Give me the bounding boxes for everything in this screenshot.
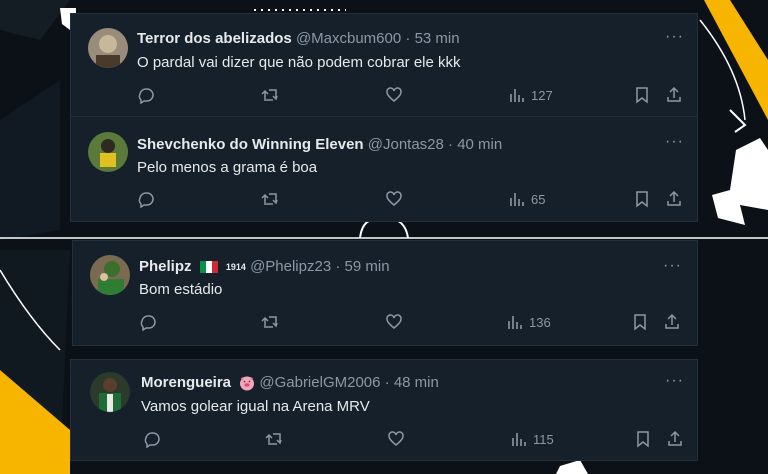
action-bar: 115 [71,430,697,452]
like-button[interactable] [387,430,405,448]
bookmark-icon [636,191,648,208]
retweet-button[interactable] [261,86,281,104]
views-icon [512,433,526,446]
tweet-text: O pardal vai dizer que não podem cobrar … [137,54,461,71]
reply-button[interactable] [139,313,157,331]
tweet-text: Vamos golear igual na Arena MRV [141,398,370,415]
tweet-header: Morengueira @GabrielGM2006 · 48 min [141,374,439,392]
retweet-button[interactable] [261,190,281,208]
views-count: 65 [531,191,546,207]
display-name[interactable]: Morengueira [141,374,231,391]
views-button[interactable]: 127 [509,86,553,104]
tweet-text: Bom estádio [139,281,223,298]
more-options-icon[interactable]: ··· [665,373,684,389]
name-badge: 1914 [225,262,246,272]
reply-button[interactable] [137,86,155,104]
separator: · [335,258,341,275]
avatar[interactable] [88,28,128,68]
reply-icon [138,192,154,208]
timestamp[interactable]: 59 min [345,258,390,275]
display-name[interactable]: Phelipz [139,258,192,275]
avatar[interactable] [88,132,128,172]
views-button[interactable]: 115 [511,430,554,448]
tweet-card[interactable]: Phelipz 1914 @Phelipz23 · 59 min ··· Bom… [72,240,698,346]
retweet-icon [261,316,278,328]
heart-icon [388,431,404,446]
more-options-icon[interactable]: ··· [663,258,682,274]
like-button[interactable] [385,313,403,331]
tweet-header: Terror dos abelizados @Maxcbum600 · 53 m… [137,30,460,48]
retweet-icon [261,193,278,205]
handle[interactable]: @Phelipz23 [250,258,331,275]
avatar[interactable] [90,372,130,412]
bookmark-button[interactable] [634,190,650,208]
more-options-icon[interactable]: ··· [665,29,684,45]
share-button[interactable] [663,313,681,331]
timestamp[interactable]: 53 min [415,30,460,47]
views-count: 136 [529,314,551,330]
action-bar: 65 [71,190,697,212]
share-button[interactable] [665,190,683,208]
bookmark-icon [636,87,648,104]
share-icon [667,190,681,206]
tweet-header: Phelipz 1914 @Phelipz23 · 59 min [139,258,390,276]
separator: · [384,374,390,391]
share-icon [665,313,679,329]
reply-button[interactable] [137,190,155,208]
views-icon [510,193,524,206]
separator: · [405,30,411,47]
bookmark-button[interactable] [632,313,648,331]
reply-button[interactable] [143,430,161,448]
like-button[interactable] [385,190,403,208]
heart-icon [386,87,402,102]
tweet-card[interactable]: Terror dos abelizados @Maxcbum600 · 53 m… [70,13,698,124]
tweet-card[interactable]: Morengueira @GabrielGM2006 · 48 min ··· … [70,359,698,461]
share-button[interactable] [665,86,683,104]
tweet-text: Pelo menos a grama é boa [137,159,318,176]
views-button[interactable]: 136 [507,313,551,331]
bookmark-icon [637,431,649,448]
share-button[interactable] [666,430,684,448]
timestamp[interactable]: 40 min [457,136,502,153]
reply-icon [144,432,160,448]
action-bar: 127 [71,86,697,108]
italy-flag-icon [199,261,218,274]
like-button[interactable] [385,86,403,104]
handle[interactable]: @GabrielGM2006 [259,374,380,391]
retweet-button[interactable] [265,430,285,448]
reply-icon [140,315,156,331]
display-name[interactable]: Terror dos abelizados [137,30,292,47]
share-icon [668,430,682,446]
tweet-card[interactable]: Shevchenko do Winning Eleven @Jontas28 ·… [70,116,698,222]
more-options-icon[interactable]: ··· [665,134,684,150]
bookmark-button[interactable] [634,86,650,104]
retweet-button[interactable] [261,313,281,331]
views-icon [510,89,524,102]
display-name[interactable]: Shevchenko do Winning Eleven [137,136,364,153]
views-count: 115 [533,431,554,447]
handle[interactable]: @Jontas28 [368,136,444,153]
pig-face-icon [240,376,255,391]
reply-icon [138,88,154,104]
avatar[interactable] [90,255,130,295]
handle[interactable]: @Maxcbum600 [296,30,401,47]
heart-icon [386,314,402,329]
views-icon [508,316,522,329]
timestamp[interactable]: 48 min [394,374,439,391]
retweet-icon [261,89,278,101]
share-icon [667,86,681,102]
separator: · [448,136,454,153]
tweet-header: Shevchenko do Winning Eleven @Jontas28 ·… [137,136,502,154]
retweet-icon [265,433,282,445]
views-button[interactable]: 65 [509,190,545,208]
bookmark-icon [634,314,646,331]
bookmark-button[interactable] [635,430,651,448]
action-bar: 136 [73,313,697,335]
heart-icon [386,191,402,206]
views-count: 127 [531,87,553,103]
